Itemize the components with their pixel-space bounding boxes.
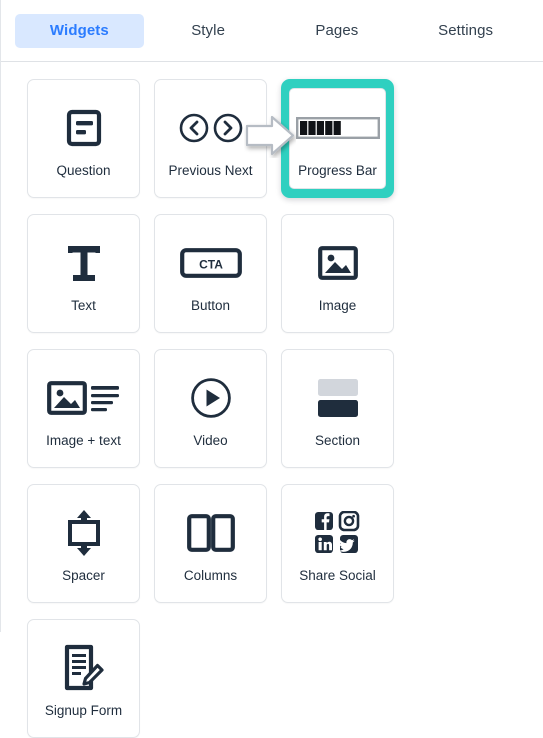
section-icon <box>315 369 361 427</box>
button-cta-label: CTA <box>199 257 223 271</box>
tab-widgets[interactable]: Widgets <box>15 13 144 48</box>
video-play-icon <box>190 369 232 427</box>
share-social-icon <box>314 504 362 562</box>
widget-card-text[interactable]: Text <box>27 214 140 333</box>
widget-label: Section <box>314 432 361 448</box>
widget-card-image-text[interactable]: Image + text <box>27 349 140 468</box>
instagram-icon <box>338 510 359 531</box>
text-icon <box>62 234 106 292</box>
progress-bar-icon <box>295 99 380 157</box>
widget-label: Share Social <box>299 567 376 583</box>
widget-label: Spacer <box>62 567 105 583</box>
button-cta-icon: CTA <box>179 234 242 292</box>
widget-label: Button <box>190 297 231 313</box>
signup-form-icon <box>61 639 107 697</box>
widget-label: Question <box>56 162 111 178</box>
widget-card-spacer[interactable]: Spacer <box>27 484 140 603</box>
widget-label: Previous Next <box>168 162 253 178</box>
widget-label: Columns <box>183 567 238 583</box>
widget-card-button[interactable]: CTA Button <box>154 214 267 333</box>
question-icon <box>63 99 105 157</box>
widget-label: Image + text <box>46 432 121 448</box>
widget-label: Progress Bar <box>298 162 377 178</box>
widget-card-image[interactable]: Image <box>281 214 394 333</box>
widget-grid: Question Previous Next Progress Bar Text… <box>27 79 517 738</box>
widget-card-previous-next[interactable]: Previous Next <box>154 79 267 198</box>
widget-card-section[interactable]: Section <box>281 349 394 468</box>
widget-label: Signup Form <box>44 702 123 718</box>
twitter-icon <box>338 534 358 553</box>
columns-icon <box>186 504 235 562</box>
tab-settings[interactable]: Settings <box>401 14 530 48</box>
widget-card-video[interactable]: Video <box>154 349 267 468</box>
widget-card-share-social[interactable]: Share Social <box>281 484 394 603</box>
widgets-panel: Widgets Style Pages Settings Question Pr… <box>0 0 543 738</box>
widget-label: Text <box>71 297 96 313</box>
widget-card-columns[interactable]: Columns <box>154 484 267 603</box>
tab-pages[interactable]: Pages <box>273 14 402 48</box>
linkedin-icon <box>314 534 333 553</box>
tab-style[interactable]: Style <box>144 14 273 48</box>
widget-label: Image <box>318 297 357 313</box>
previous-next-icon <box>179 99 243 157</box>
panel-tab-bar: Widgets Style Pages Settings <box>1 0 543 62</box>
facebook-icon <box>314 511 333 530</box>
widget-card-progress-bar[interactable]: Progress Bar <box>281 79 394 198</box>
spacer-icon <box>62 504 106 562</box>
widget-card-question[interactable]: Question <box>27 79 140 198</box>
widget-card-signup-form[interactable]: Signup Form <box>27 619 140 738</box>
widget-label: Video <box>193 432 228 448</box>
image-icon <box>317 234 358 292</box>
image-text-icon <box>46 369 121 427</box>
